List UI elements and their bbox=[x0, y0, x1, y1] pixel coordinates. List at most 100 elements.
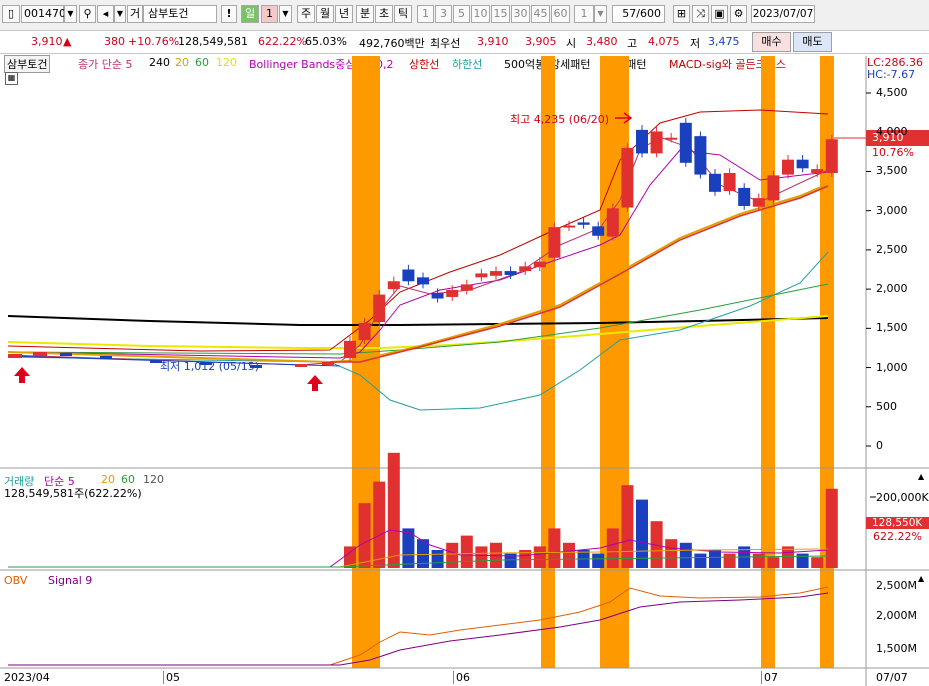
tab-second[interactable]: 초 bbox=[375, 5, 393, 23]
legend-lower: 하한선 bbox=[452, 58, 483, 71]
stock-name-input[interactable]: 삼부토건 bbox=[143, 5, 217, 23]
low-note: 최저 1,012 (05/15) bbox=[160, 360, 260, 373]
volume-bar bbox=[344, 546, 356, 568]
chevron-down-icon[interactable]: ▼ bbox=[594, 5, 607, 23]
candle bbox=[650, 131, 663, 154]
buy-button[interactable]: 매수 bbox=[752, 32, 791, 52]
volume-bar bbox=[475, 546, 488, 568]
candle bbox=[665, 137, 678, 140]
panel-collapse-icon[interactable]: ▲ bbox=[918, 472, 924, 481]
high-price: 4,075 bbox=[648, 35, 680, 48]
volume-bar bbox=[417, 539, 429, 568]
right-arrow-icon bbox=[615, 112, 633, 124]
tab-minute[interactable]: 분 bbox=[356, 5, 374, 23]
quote-bar: 3,910 ▲ 380 +10.76% 128,549,581 622.22% … bbox=[0, 31, 929, 54]
candle bbox=[100, 356, 112, 359]
grid-icon[interactable]: ▦ bbox=[5, 72, 18, 85]
tab-month[interactable]: 월 bbox=[316, 5, 334, 23]
volume-bar bbox=[460, 535, 473, 568]
x-axis-label: 06 bbox=[453, 671, 470, 684]
price-axis-label: 0 bbox=[876, 439, 883, 452]
candle bbox=[752, 198, 765, 207]
minute-3[interactable]: 3 bbox=[435, 5, 452, 23]
volume-bar bbox=[387, 452, 400, 568]
volume-bar bbox=[767, 557, 780, 568]
x-axis-label: 05 bbox=[163, 671, 180, 684]
volume-bar bbox=[723, 553, 736, 568]
trade-amount: 492,760백만 bbox=[359, 37, 425, 50]
volume-bar bbox=[490, 542, 502, 568]
search-icon[interactable]: ⚲ bbox=[79, 5, 96, 23]
tab-day[interactable]: 일 bbox=[241, 5, 259, 23]
chevron-down-icon[interactable]: ▼ bbox=[279, 5, 292, 23]
signal-highlights bbox=[352, 56, 834, 668]
bid-label: 최우선 bbox=[430, 37, 461, 50]
volume-bar bbox=[548, 528, 561, 568]
legend-macd: MACD-sig와 골든크로스 bbox=[669, 58, 786, 71]
volume-bar bbox=[811, 557, 824, 568]
open-price: 3,480 bbox=[586, 35, 618, 48]
low-label: 저 bbox=[690, 37, 701, 50]
volume-info: 128,549,581주(622.22%) bbox=[4, 487, 142, 500]
price-axis-label: 2,500 bbox=[876, 242, 908, 256]
volume-ma60-line bbox=[8, 555, 829, 568]
highlight-bar bbox=[761, 56, 775, 668]
candle bbox=[592, 226, 605, 236]
legend-vol-ma120: 120 bbox=[143, 473, 164, 486]
candle bbox=[33, 352, 47, 356]
candle bbox=[577, 222, 590, 225]
volume-bar bbox=[738, 546, 751, 568]
price-axis-label: 4,500 bbox=[876, 86, 908, 99]
volume-bar bbox=[694, 553, 707, 568]
speaker-icon[interactable]: ◂ bbox=[97, 5, 114, 23]
candle bbox=[694, 136, 707, 175]
minute-30[interactable]: 30 bbox=[511, 5, 530, 23]
stock-code-input[interactable]: 001470 bbox=[21, 5, 66, 23]
sell-button[interactable]: 매도 bbox=[793, 32, 832, 52]
bollinger-lower-line bbox=[7, 251, 829, 411]
candle bbox=[563, 225, 575, 228]
minute-1[interactable]: 1 bbox=[417, 5, 434, 23]
volume-bar bbox=[752, 553, 765, 568]
unit-input[interactable]: 1 bbox=[574, 5, 594, 23]
minute-5[interactable]: 5 bbox=[453, 5, 470, 23]
volume-bar bbox=[563, 542, 575, 568]
minute-45[interactable]: 45 bbox=[531, 5, 550, 23]
page-counter[interactable]: 57/600 bbox=[612, 5, 665, 23]
volume-bar bbox=[782, 546, 794, 568]
minute-15[interactable]: 15 bbox=[491, 5, 510, 23]
tab-week[interactable]: 주 bbox=[297, 5, 315, 23]
highlight-bar bbox=[352, 56, 380, 668]
candle bbox=[417, 277, 429, 285]
mode-label[interactable]: 거 bbox=[127, 5, 143, 23]
date-input[interactable]: 2023/07/07 bbox=[751, 5, 815, 23]
minute-60[interactable]: 60 bbox=[551, 5, 570, 23]
chevron-down-icon[interactable]: ▼ bbox=[64, 5, 77, 23]
tab-year[interactable]: 년 bbox=[335, 5, 353, 23]
minute-10[interactable]: 10 bbox=[471, 5, 490, 23]
last-rate-label: 10.76% bbox=[872, 146, 914, 159]
ma5-line bbox=[7, 136, 829, 366]
highlight-bar bbox=[600, 56, 629, 668]
candle bbox=[490, 271, 502, 276]
chevron-down-icon[interactable]: ▼ bbox=[114, 5, 126, 23]
high-note: 최고 4,235 (06/20) bbox=[510, 113, 610, 126]
volume-ratio: 622.22% bbox=[258, 35, 307, 48]
candle bbox=[723, 173, 736, 192]
legend-ma120: 120 bbox=[216, 56, 237, 69]
stock-tab[interactable]: 삼부토건 bbox=[4, 55, 51, 73]
candle bbox=[738, 187, 751, 206]
candle bbox=[811, 169, 824, 174]
gear-icon[interactable]: ⚙ bbox=[730, 5, 747, 23]
period-count[interactable]: 1 bbox=[261, 5, 278, 23]
volume-bar bbox=[446, 542, 459, 568]
indicator-icon[interactable]: ⊞ bbox=[673, 5, 690, 23]
panel-collapse-icon[interactable]: ▲ bbox=[918, 574, 924, 583]
save-icon[interactable]: ▣ bbox=[711, 5, 728, 23]
tab-tick[interactable]: 틱 bbox=[394, 5, 412, 23]
up-arrow-icon bbox=[14, 367, 30, 383]
alert-button[interactable]: ! bbox=[221, 5, 237, 23]
volume-bar bbox=[621, 485, 634, 568]
chart-icon[interactable]: ▯ bbox=[2, 5, 20, 23]
wave-icon[interactable]: ⤨ bbox=[692, 5, 709, 23]
